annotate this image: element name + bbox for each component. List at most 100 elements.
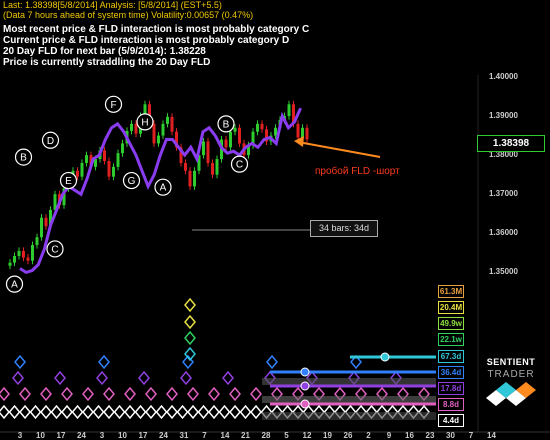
candle — [130, 120, 133, 135]
svg-text:C: C — [51, 244, 58, 255]
cycle-point-label: A — [154, 178, 172, 196]
candle — [8, 259, 12, 270]
x-tick-label: 28 — [261, 431, 271, 440]
cycle-length-label: 61.3M — [438, 285, 464, 298]
x-tick-label: 3 — [99, 431, 105, 440]
candle — [85, 151, 88, 167]
svg-text:D: D — [47, 136, 54, 147]
candle — [224, 135, 228, 151]
cycle-length-label: 49.9w — [438, 317, 464, 330]
x-tick-label: 26 — [343, 431, 353, 440]
x-tick-label: 24 — [159, 431, 168, 440]
candle — [116, 149, 120, 171]
x-tick-label: 23 — [425, 431, 435, 440]
bars-count-box: 34 bars: 34d — [310, 220, 378, 237]
svg-text:B: B — [223, 119, 230, 130]
svg-text:E: E — [65, 176, 72, 187]
candle — [35, 233, 39, 249]
x-tick-label: 2 — [366, 431, 371, 440]
cycle-length-label: 20.4M — [438, 301, 464, 314]
x-tick-label: 14 — [220, 431, 230, 440]
cycle-length-label: 36.4d — [438, 366, 464, 379]
candle — [215, 155, 219, 179]
header-last: Last: 1.38398[5/8/2014] Analysis: [5/8/2… — [3, 0, 222, 10]
x-tick-label: 7 — [202, 431, 207, 440]
cycle-bands — [262, 378, 436, 420]
candle — [206, 137, 210, 167]
candle — [287, 100, 291, 120]
x-tick-label: 7 — [468, 431, 474, 440]
x-tick-label: 17 — [56, 431, 66, 440]
fld-break-arrow — [297, 141, 381, 158]
candle — [211, 159, 214, 179]
cycle-point-label: C — [46, 240, 64, 258]
candle — [184, 159, 187, 175]
cycle-length-label: 67.3d — [438, 350, 464, 363]
cycle-length-label: 8.8d — [438, 398, 464, 411]
candle — [80, 159, 84, 181]
candle — [170, 113, 174, 136]
x-tick-label: 16 — [405, 431, 414, 440]
candle — [31, 241, 34, 265]
candle — [238, 124, 241, 147]
cycle-point-label: G — [122, 171, 141, 190]
svg-text:H: H — [141, 117, 148, 128]
svg-text:A: A — [160, 183, 167, 194]
y-tick-label: 1.37000 — [489, 189, 518, 199]
header-info-3: 20 Day FLD for next bar (5/9/2014): 1.38… — [3, 46, 206, 57]
last-price-box: 1.38398 — [477, 135, 545, 152]
candle — [305, 124, 309, 144]
x-tick-label: 30 — [446, 431, 455, 440]
y-tick-label: 1.35000 — [489, 267, 518, 277]
candle — [13, 252, 16, 267]
candle — [40, 214, 43, 241]
svg-text:C: C — [236, 160, 243, 171]
y-tick-label: 1.36000 — [489, 228, 518, 238]
candle — [161, 120, 165, 140]
candle — [188, 167, 192, 190]
x-tick-label: 10 — [36, 431, 45, 440]
candle — [260, 120, 264, 133]
cycle-point-label: E — [59, 171, 78, 190]
cycle-point-label: B — [14, 148, 33, 166]
brand-line1: SENTIENT — [486, 357, 536, 367]
cycle-length-label: 22.1w — [438, 333, 464, 346]
svg-text:B: B — [20, 153, 27, 164]
cycle-length-label: 17.8d — [438, 382, 464, 395]
sentient-trader-logo — [486, 382, 536, 406]
candle — [265, 125, 268, 145]
cycle-point-label: D — [41, 131, 60, 149]
candle — [202, 137, 205, 159]
brand-line2: TRADER — [487, 369, 535, 380]
x-tick-label: 3 — [17, 431, 23, 440]
x-tick-label: 10 — [118, 431, 127, 440]
fld-break-annotation: пробой FLD -шорт — [315, 166, 400, 177]
candle — [256, 120, 259, 136]
header-volatility: (Data 7 hours ahead of system time) Vola… — [3, 10, 254, 20]
candle — [121, 139, 124, 157]
candle — [26, 254, 30, 265]
candle — [166, 113, 169, 128]
cycle-length-label: 4.4d — [438, 414, 464, 427]
x-tick-label: 17 — [138, 431, 148, 440]
cycle-point-label: C — [230, 155, 249, 173]
cycle-point-label: H — [136, 113, 154, 131]
cycle-stack — [184, 297, 196, 362]
cycle-point-label: A — [5, 275, 24, 293]
x-tick-label: 21 — [241, 431, 250, 440]
candle — [103, 146, 106, 165]
candle — [112, 163, 115, 181]
x-tick-label: 24 — [77, 431, 86, 440]
svg-text:F: F — [110, 100, 116, 111]
cycle-point-label: B — [217, 115, 235, 133]
candle — [107, 157, 111, 181]
x-tick-label: 5 — [284, 431, 289, 440]
candle — [44, 214, 48, 230]
candle — [17, 247, 21, 260]
x-tick-label: 19 — [323, 431, 332, 440]
x-tick-label: 31 — [179, 431, 189, 440]
candle — [193, 167, 196, 190]
candle — [22, 247, 25, 262]
x-tick-label: 14 — [487, 431, 496, 440]
candle — [157, 132, 160, 147]
